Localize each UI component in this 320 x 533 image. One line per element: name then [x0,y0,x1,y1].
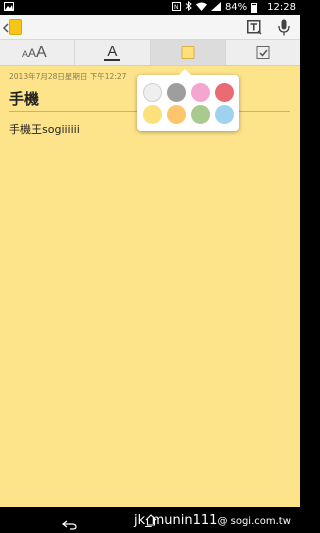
microphone-icon[interactable] [278,19,290,36]
note-body[interactable]: 手機王sogiiiiii [9,121,80,137]
status-bar: N 84% 12:28 [0,0,300,15]
battery-percent: 84% [224,2,248,13]
navigation-bar: jk_munin111@ sogi.com.tw [0,507,300,533]
bluetooth-icon [185,0,192,14]
svg-text:N: N [174,4,179,11]
gallery-notification-icon [4,2,14,14]
note-title[interactable]: 手機 [9,88,39,109]
color-swatch[interactable] [215,105,234,124]
font-color-icon: A [104,43,121,61]
background-color-icon [181,46,195,59]
checklist-button[interactable] [226,40,300,65]
action-bar [0,15,300,40]
color-palette-popup [137,69,239,131]
wifi-icon [195,2,207,14]
editor-toolbar: AAA A [0,40,300,66]
battery-icon [251,2,258,13]
note-editor[interactable]: 2013年7月28日星期日 下午12:27 手機 手機王sogiiiiii [0,66,300,507]
color-swatch[interactable] [167,83,186,102]
nfc-icon: N [171,1,181,14]
text-mode-icon[interactable] [247,20,262,35]
checkbox-icon [256,46,270,59]
watermark: jk_munin111@ sogi.com.tw [134,513,291,528]
font-color-button[interactable]: A [75,40,151,65]
color-swatch[interactable] [143,83,162,102]
color-swatch[interactable] [143,105,162,124]
color-swatch[interactable] [191,83,210,102]
signal-icon [210,1,221,14]
note-timestamp: 2013年7月28日星期日 下午12:27 [9,72,127,81]
back-icon[interactable] [62,515,77,530]
memo-app-icon[interactable] [9,19,22,35]
font-size-icon: AAA [22,44,47,61]
color-swatch[interactable] [191,105,210,124]
color-swatch[interactable] [167,105,186,124]
color-swatch[interactable] [215,83,234,102]
font-size-button[interactable]: AAA [0,40,76,65]
clock: 12:28 [267,2,296,13]
background-color-button[interactable] [150,40,226,65]
